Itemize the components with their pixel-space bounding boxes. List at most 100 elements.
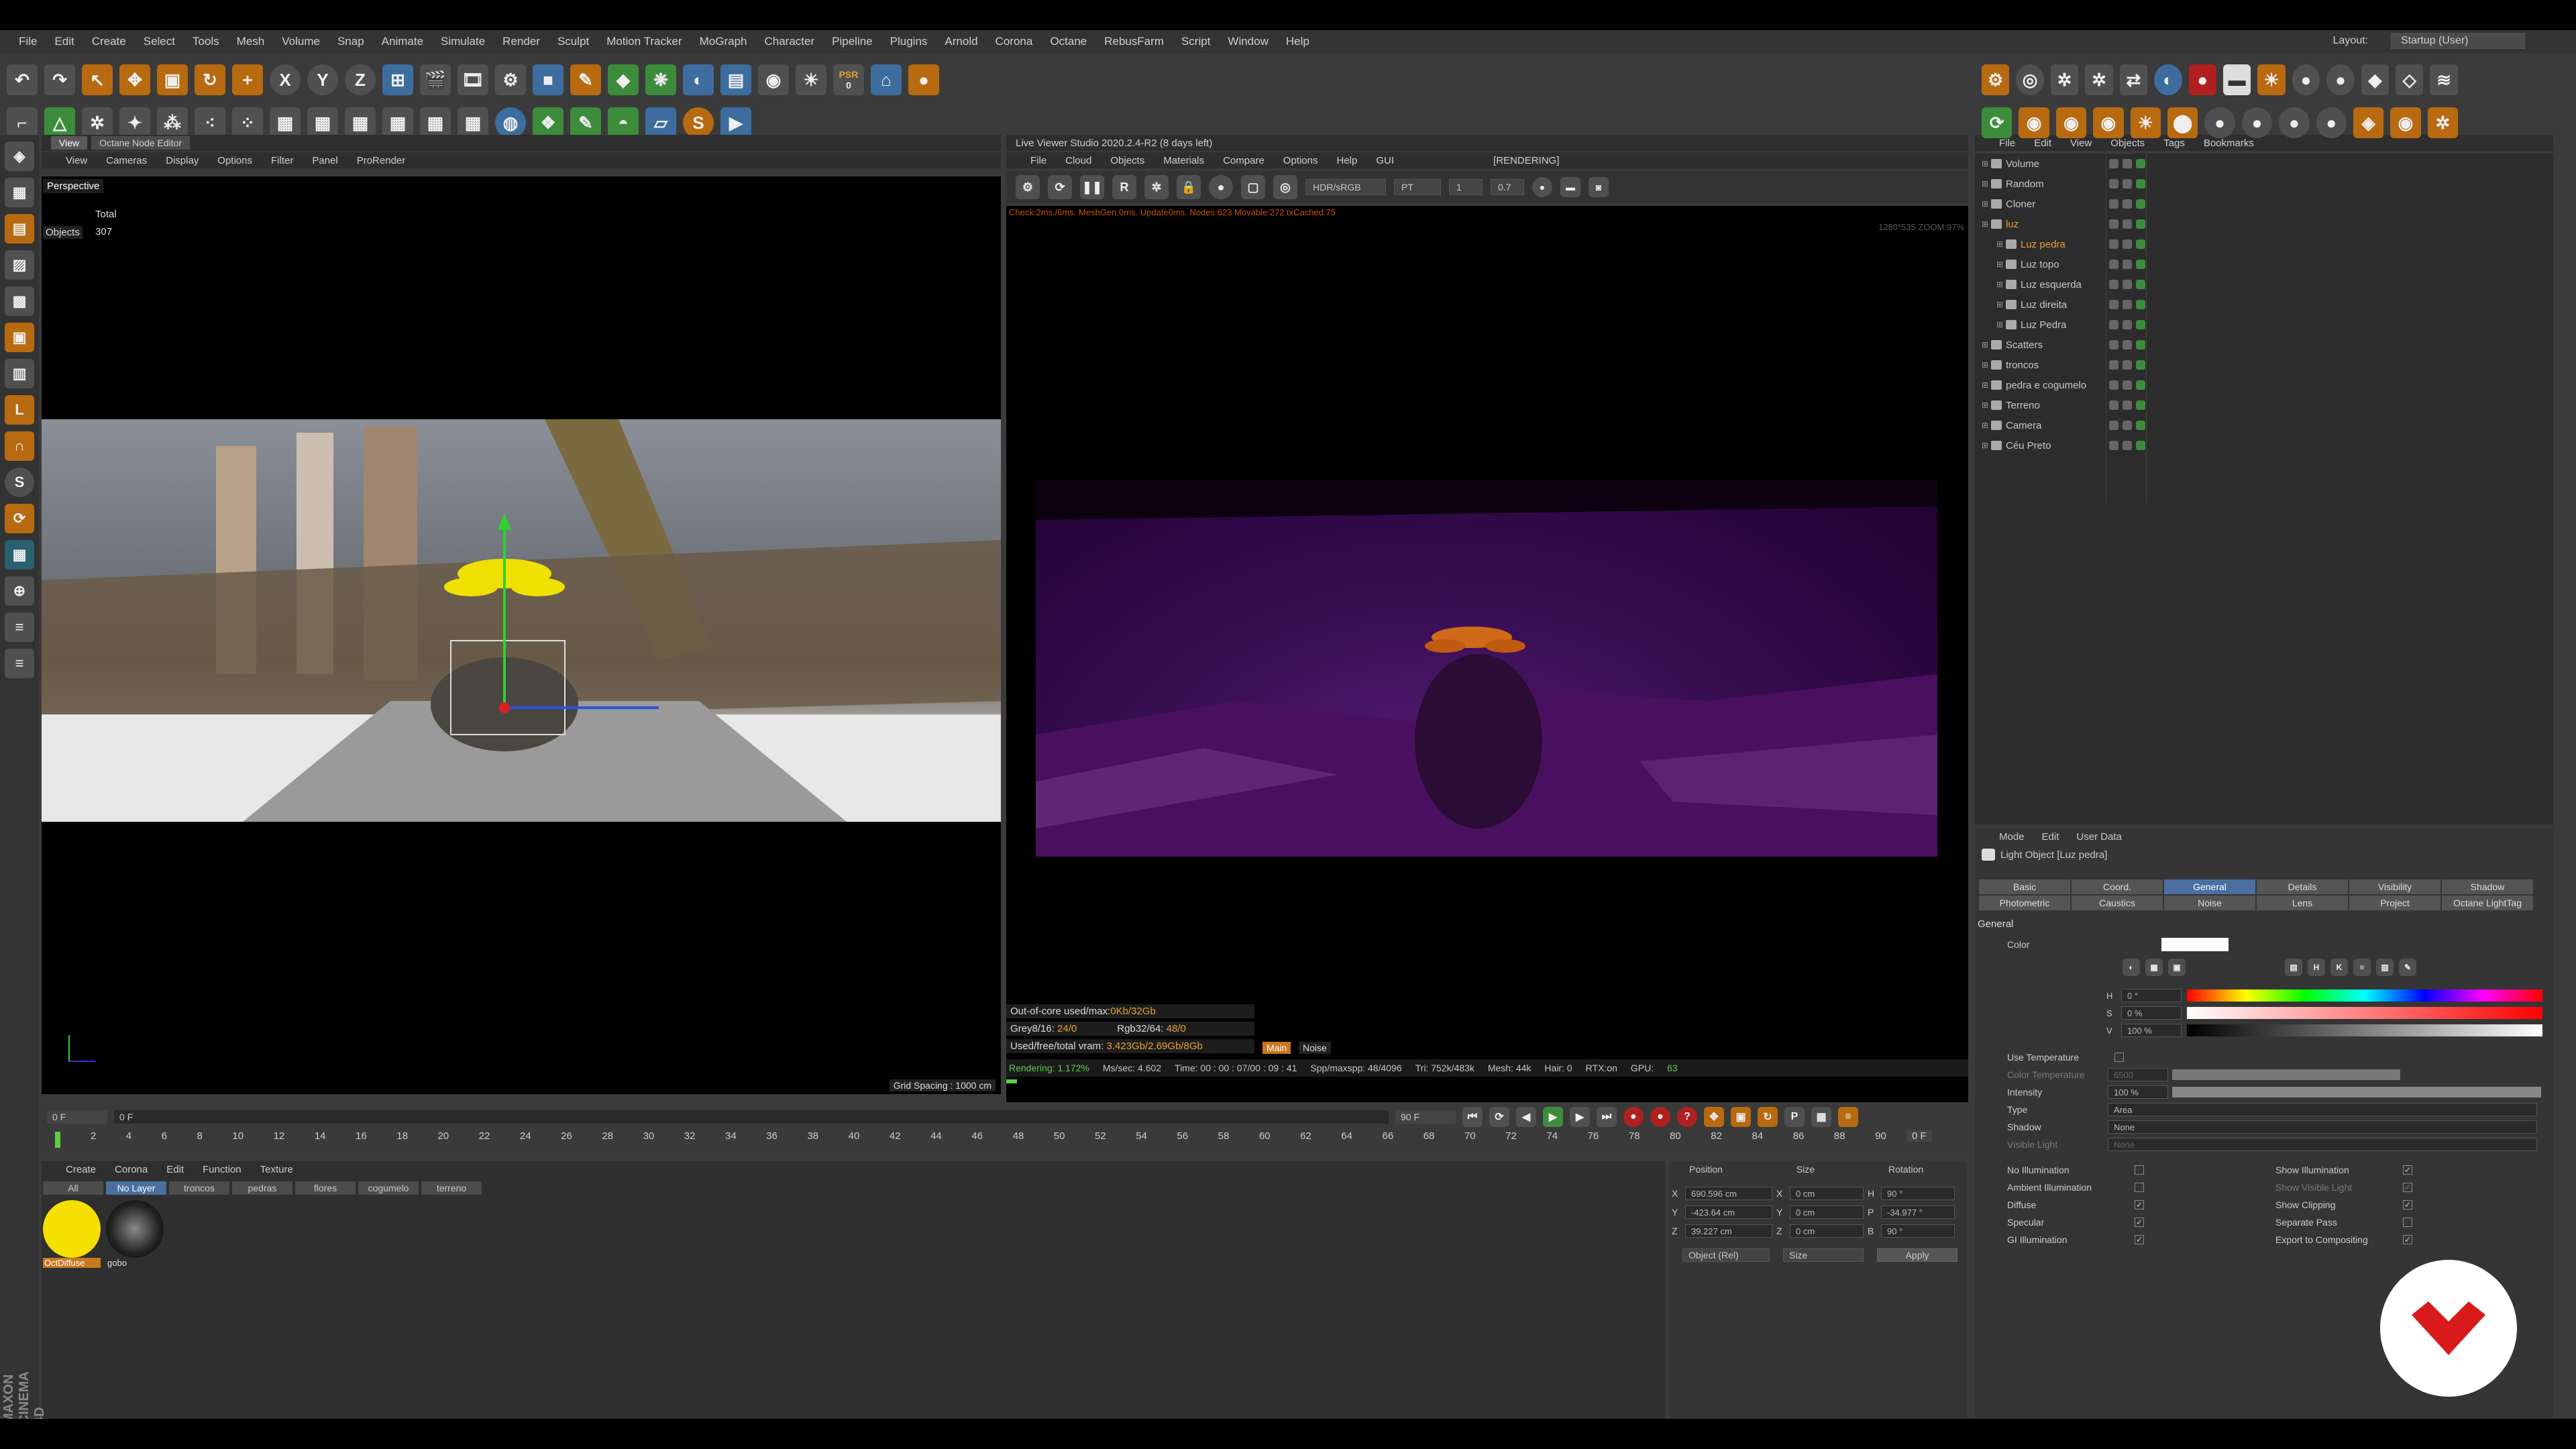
object-expand-icon[interactable]: ⊞ [1982,400,1991,410]
cube-icon[interactable]: ■ [533,64,564,95]
prev-frame-icon[interactable]: ◀ [1516,1107,1536,1127]
snap-l-icon[interactable]: L [5,395,34,425]
object-visibility-icon[interactable] [2123,320,2132,329]
value-field[interactable]: 100 % [2121,1024,2182,1037]
octane-object-icon[interactable]: ◇ [2396,64,2424,95]
y-axis-lock-icon[interactable]: Y [307,64,338,95]
object-row[interactable]: ⊞ luz [1975,214,2553,234]
attr-intensity-field[interactable]: 100 % [2108,1085,2168,1099]
viewport-menu-prorender[interactable]: ProRender [357,155,406,166]
redo-icon[interactable]: ↷ [44,64,75,95]
object-expand-icon[interactable]: ⊞ [1982,380,1991,390]
goto-start-icon[interactable]: ⏮ [1462,1107,1483,1127]
tab-octane-node-editor[interactable]: Octane Node Editor [91,136,191,150]
attr-color-temp-slider[interactable] [2172,1069,2400,1080]
object-expand-icon[interactable]: ⊞ [1982,421,1991,430]
lv-sphere-icon[interactable]: ● [1209,175,1233,199]
object-visibility-icon[interactable] [2123,179,2132,189]
object-row[interactable]: ⊞ Cloner [1975,194,2553,214]
menu-octane[interactable]: Octane [1050,35,1087,48]
object-expand-icon[interactable]: ⊞ [1982,219,1991,229]
object-enabled-icon[interactable] [2136,421,2145,430]
lv-settings-icon[interactable]: ⚙ [1016,175,1040,199]
object-layer-icon[interactable] [2109,300,2118,309]
object-row[interactable]: ⊞ Volume [1975,154,2553,174]
undo-icon[interactable]: ↶ [7,64,38,95]
octane-grey-sphere-icon[interactable]: ● [2241,107,2273,138]
attr-tab-shadow[interactable]: Shadow [2442,879,2533,894]
eyedropper-icon[interactable]: ✎ [2399,959,2416,976]
material-octdiffuse[interactable]: OctDiffuse [43,1200,101,1274]
menu-volume[interactable]: Volume [282,35,320,48]
attr-tab-visibility[interactable]: Visibility [2349,879,2440,894]
lv-noise-button[interactable]: Noise [1299,1042,1331,1054]
menu-tools[interactable]: Tools [193,35,219,48]
object-layer-icon[interactable] [2109,441,2118,450]
live-viewer-render-area[interactable]: Check:2ms./6ms. MeshGen:0ms. Update0ms. … [1006,206,1968,1102]
octane-white-icon[interactable]: ▬ [2222,64,2251,95]
menu-animate[interactable]: Animate [382,35,423,48]
viewport-menu-cameras[interactable]: Cameras [106,155,147,166]
mat-menu-edit[interactable]: Edit [166,1164,184,1175]
coords-mode-select[interactable]: Object (Rel) [1682,1248,1770,1262]
object-visibility-icon[interactable] [2123,360,2132,370]
object-enabled-icon[interactable] [2136,320,2145,329]
menu-select[interactable]: Select [144,35,175,48]
object-expand-icon[interactable]: ⊞ [1996,280,2006,289]
attr-tab-coord[interactable]: Coord. [2072,879,2163,894]
object-layer-icon[interactable] [2109,260,2118,269]
object-visibility-icon[interactable] [2123,239,2132,249]
octane-sun-icon[interactable]: ☀ [2257,64,2286,95]
render-settings-icon[interactable]: ⚙ [495,64,526,95]
octane-half-icon[interactable]: ◐ [2154,64,2182,95]
grass-icon[interactable]: ❖ [533,107,564,138]
viewport-menu-view[interactable]: View [66,155,87,166]
coords-pos-y[interactable]: -423.64 cm [1685,1205,1772,1219]
layer-icon[interactable]: ≡ [5,612,34,642]
object-visibility-icon[interactable] [2123,340,2132,350]
s-icon[interactable]: S [683,107,714,138]
octane-link-icon[interactable]: ⇄ [2119,64,2148,95]
attr-tab-noise[interactable]: Noise [2164,896,2255,910]
perspective-viewport[interactable]: Perspective Total Objects 307 Grid Spaci… [42,176,1001,1094]
model-mode-icon[interactable]: ⁂ [157,107,188,138]
move-tool-icon[interactable]: ✥ [119,64,150,95]
subdivision-icon[interactable]: ◆ [608,64,639,95]
lv-lock-icon[interactable]: 🔒 [1177,175,1201,199]
attr-gi-illumination-checkbox[interactable]: ✓ [2135,1235,2144,1244]
hue-slider[interactable] [2187,989,2542,1002]
mat-layer-no-layer[interactable]: No Layer [106,1181,166,1195]
menu-mesh[interactable]: Mesh [237,35,265,48]
object-visibility-icon[interactable] [2123,260,2132,269]
object-visibility-icon[interactable] [2123,219,2132,229]
menu-simulate[interactable]: Simulate [441,35,485,48]
menu-render[interactable]: Render [502,35,540,48]
object-enabled-icon[interactable] [2136,360,2145,370]
attr-show-illumination-checkbox[interactable]: ✓ [2403,1165,2412,1175]
octane-mat3-icon[interactable]: ◉ [2093,107,2124,138]
menu-create[interactable]: Create [92,35,126,48]
octane-mat-icon[interactable]: ◉ [2019,107,2049,138]
object-visibility-icon[interactable] [2123,380,2132,390]
object-enabled-icon[interactable] [2136,159,2145,168]
timeline-end-field[interactable]: 90 F [1395,1110,1456,1124]
render-picture-viewer-icon[interactable]: 🎞 [458,64,488,95]
object-visibility-icon[interactable] [2123,400,2132,410]
attr-no-illumination-checkbox[interactable] [2135,1165,2144,1175]
s-tool-icon[interactable]: S [5,468,34,497]
home-icon[interactable]: ⌂ [871,64,902,95]
lv-dot-icon[interactable]: ● [1532,177,1552,197]
attr-use-temperature-checkbox[interactable] [2114,1053,2124,1062]
mat-menu-texture[interactable]: Texture [260,1164,293,1175]
octane-refresh-icon[interactable]: ⟳ [1982,107,2012,138]
keyframe-help-icon[interactable]: ? [1677,1107,1697,1127]
lv-pick-icon[interactable]: ◎ [1273,175,1297,199]
attr-color-swatch[interactable] [2161,938,2229,951]
coordinate-system-icon[interactable]: ⊞ [382,64,413,95]
key-scale-icon[interactable]: ▣ [1731,1107,1751,1127]
z-axis-lock-icon[interactable]: Z [345,64,376,95]
loop-icon[interactable]: ⟳ [1489,1107,1509,1127]
viewport-menu-panel[interactable]: Panel [312,155,337,166]
points-mode-icon[interactable]: △ [44,107,75,138]
lv-menu-options[interactable]: Options [1283,155,1318,166]
